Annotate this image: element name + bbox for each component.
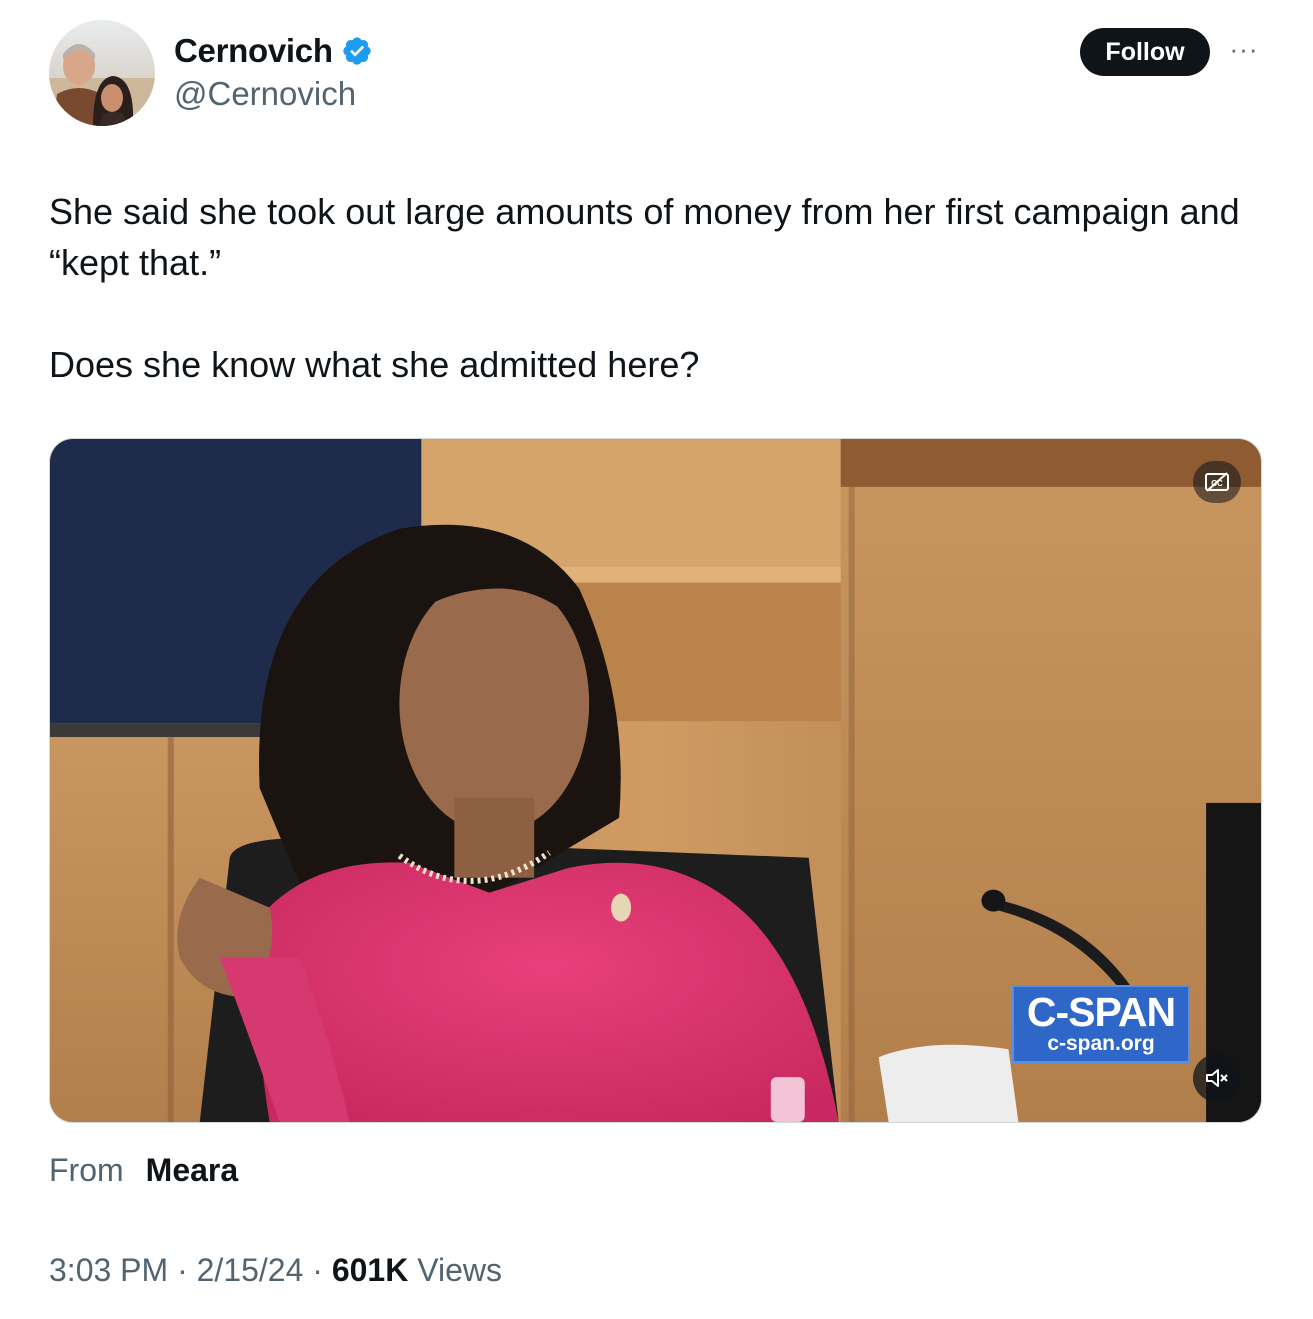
watermark-brand: C-SPAN [1026,989,1176,1035]
follow-button[interactable]: Follow [1080,28,1210,76]
author-avatar[interactable] [49,20,155,126]
video-player[interactable]: CC C-SPAN c-span.org [49,438,1262,1123]
muted-speaker-icon[interactable] [1193,1054,1241,1102]
tweet-date[interactable]: 2/15/24 [197,1252,304,1289]
tweet-text: She said she took out large amounts of m… [49,186,1264,390]
from-source-link[interactable]: Meara [146,1152,239,1189]
from-label: From [49,1152,124,1188]
meta-separator: · [303,1252,332,1288]
captions-off-icon[interactable]: CC [1193,461,1241,503]
tweet-time[interactable]: 3:03 PM [49,1252,168,1289]
tweet-header: Cernovich @Cernovich Follow ··· [49,20,1264,126]
meta-separator: · [168,1252,197,1288]
more-dots-icon[interactable]: ··· [1224,34,1264,64]
watermark-url: c-span.org [1047,1032,1155,1055]
tweet-paragraph: Does she know what she admitted here? [49,344,700,385]
cspan-watermark: C-SPAN c-span.org [1012,985,1190,1063]
verified-badge-icon[interactable] [341,35,373,67]
author-display-name[interactable]: Cernovich [174,32,333,70]
views-count: 601K [331,1252,409,1288]
muted-speaker-glyph [1206,1069,1228,1087]
captions-off-glyph: CC [1205,472,1229,492]
tweet-meta: 3:03 PM · 2/15/24 · 601K Views [49,1252,502,1289]
author-name-row[interactable]: Cernovich [174,32,373,70]
avatar-photo [49,20,155,126]
media-attribution: From Meara [49,1152,238,1189]
author-handle[interactable]: @Cernovich [174,75,356,113]
tweet-paragraph: She said she took out large amounts of m… [49,191,1240,283]
views-label: Views [408,1252,502,1288]
